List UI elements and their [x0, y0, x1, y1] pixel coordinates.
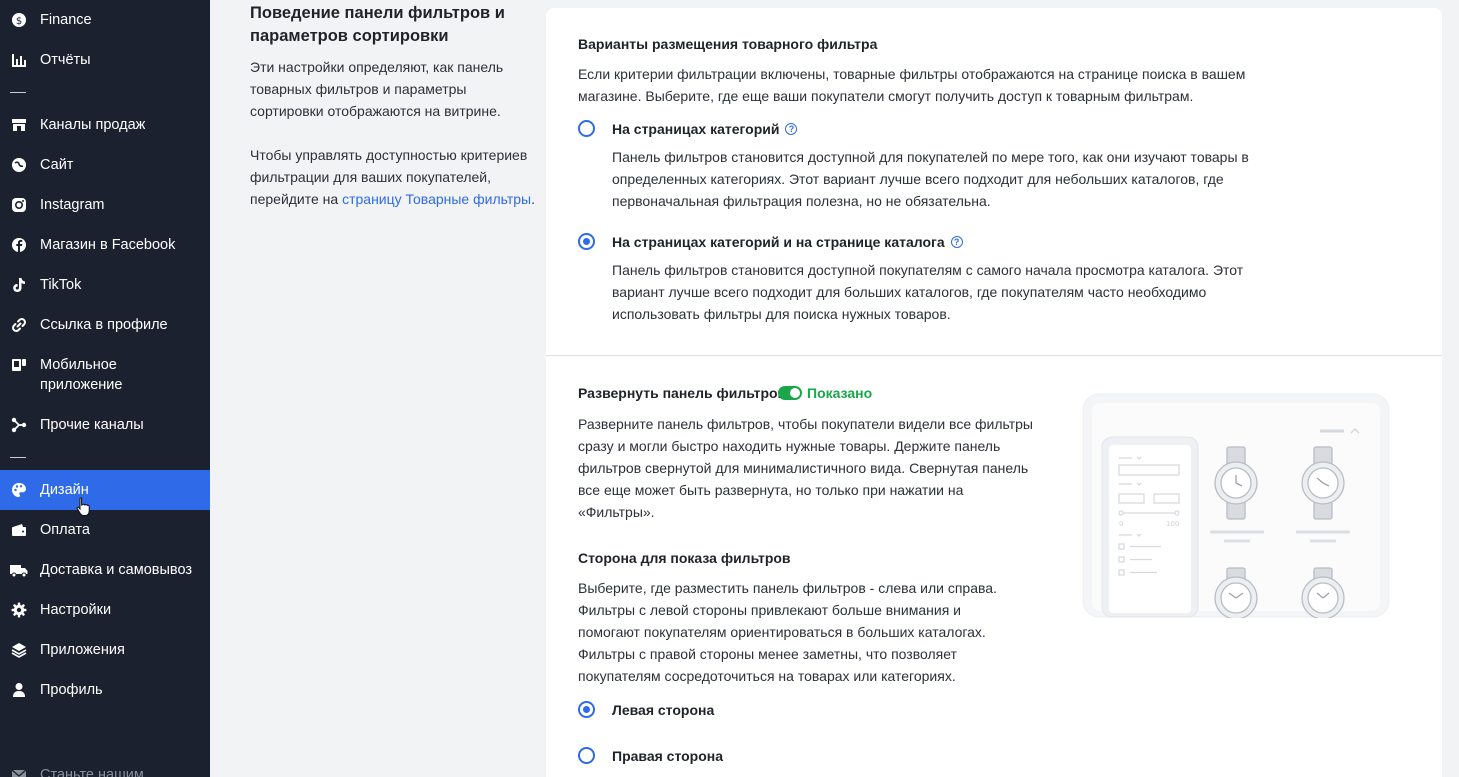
section-title: Поведение панели фильтров и параметров с… [250, 4, 505, 45]
sales-channels-icon [10, 115, 28, 135]
expand-toggle[interactable] [778, 386, 802, 400]
layers-icon [10, 640, 28, 660]
person-icon [10, 680, 28, 700]
sidebar-item-label: Отчёты [40, 52, 91, 68]
sidebar-item-label: Мобильное приложение [40, 357, 123, 393]
sidebar-item-label: Ссылка в профиле [40, 317, 168, 333]
truck-icon [10, 560, 28, 580]
sidebar-item-label: Прочие каналы [40, 417, 144, 433]
other-channels-icon [10, 415, 28, 435]
option-label: Левая сторона [612, 702, 715, 718]
option-label: На страницах категорий [612, 121, 780, 137]
placement-text: Если критерии фильтрации включены, товар… [578, 66, 1246, 104]
option-left-side[interactable]: Левая сторона [612, 700, 714, 720]
option-label: Правая сторона [612, 748, 724, 764]
sidebar-separator [10, 92, 26, 93]
wallet-icon [10, 520, 28, 540]
sidebar-item-site[interactable]: Сайт [0, 155, 210, 175]
finance-icon: $ [10, 10, 28, 30]
product-filters-link[interactable]: страницу Товарные фильтры [342, 191, 531, 207]
mouse-cursor-icon [76, 497, 90, 522]
placement-title: Варианты размещения товарного фильтра [578, 36, 878, 52]
range-min-label: 0 [1119, 520, 1123, 528]
palette-icon [10, 480, 28, 500]
sidebar-item-label: Сайт [40, 157, 74, 173]
gear-icon [10, 600, 28, 620]
mobile-app-icon [10, 355, 28, 375]
mail-icon [10, 765, 28, 777]
sidebar-item-other-channels[interactable]: Прочие каналы [0, 415, 210, 435]
sidebar-item-label: Приложения [40, 642, 125, 658]
sidebar-item-apps[interactable]: Приложения [0, 640, 210, 660]
sidebar: $ Finance Отчёты Каналы продаж Сайт Inst… [0, 0, 210, 777]
filter-panel-illustration: 0 100 [1082, 393, 1390, 620]
sidebar-item-label: Оплата [40, 522, 90, 538]
side-title: Сторона для показа фильтров [578, 550, 791, 566]
sidebar-item-partner[interactable]: Станьте нашим... [0, 765, 210, 777]
help-icon[interactable]: ? [785, 123, 798, 135]
description-text: Эти настройки определяют, как панель тов… [250, 59, 504, 119]
help-icon[interactable]: ? [950, 236, 963, 248]
svg-text:$: $ [16, 16, 22, 27]
instagram-icon [10, 195, 28, 215]
toggle-status: Показано [807, 385, 873, 401]
option-category-and-catalog-pages[interactable]: На страницах категорий и на странице кат… [612, 232, 963, 252]
radio-right-side[interactable] [578, 747, 595, 764]
tiktok-icon [10, 275, 28, 295]
sidebar-item-mobile-app[interactable]: Мобильное приложение [0, 355, 210, 395]
sidebar-item-instagram[interactable]: Instagram [0, 195, 210, 215]
sidebar-item-shipping[interactable]: Доставка и самовывоз [0, 560, 210, 580]
sidebar-item-profile[interactable]: Профиль [0, 680, 210, 700]
sidebar-item-label: Finance [40, 12, 92, 28]
option-category-pages[interactable]: На страницах категорий ? [612, 119, 798, 139]
sidebar-item-label: Магазин в Facebook [40, 237, 176, 253]
sidebar-item-label: Instagram [40, 197, 105, 213]
sidebar-item-payment[interactable]: Оплата [0, 520, 210, 540]
sidebar-item-reports[interactable]: Отчёты [0, 50, 210, 70]
sidebar-item-design[interactable]: Дизайн [0, 470, 210, 510]
option-right-side[interactable]: Правая сторона [612, 746, 723, 766]
link-icon [10, 315, 28, 335]
sidebar-item-label: Доставка и самовывоз [40, 562, 192, 578]
sidebar-item-label: Станьте нашим... [40, 767, 156, 777]
sidebar-item-finance[interactable]: $ Finance [0, 10, 210, 30]
expand-text: Разверните панель фильтров, чтобы покупа… [578, 416, 1033, 520]
sidebar-item-label: Каналы продаж [40, 117, 146, 133]
section-description: Поведение панели фильтров и параметров с… [250, 2, 535, 210]
option-description: Панель фильтров становится доступной для… [612, 149, 1249, 209]
site-icon [10, 155, 28, 175]
option-description: Панель фильтров становится доступной пок… [612, 262, 1244, 322]
sidebar-item-label: TikTok [40, 277, 82, 293]
sidebar-separator [10, 457, 26, 458]
radio-category-and-catalog-pages[interactable] [578, 233, 595, 250]
range-max-label: 100 [1166, 520, 1179, 528]
radio-category-pages[interactable] [578, 120, 595, 137]
sidebar-item-label: Настройки [40, 602, 112, 618]
sidebar-item-settings[interactable]: Настройки [0, 600, 210, 620]
description-text-suffix: . [531, 191, 535, 207]
sidebar-item-facebook[interactable]: Магазин в Facebook [0, 235, 210, 255]
sidebar-item-sales-channels[interactable]: Каналы продаж [0, 115, 210, 135]
option-label: На страницах категорий и на странице кат… [612, 234, 945, 250]
card-divider [546, 355, 1442, 356]
expand-title: Развернуть панель фильтров [578, 385, 787, 401]
radio-left-side[interactable] [578, 701, 595, 718]
facebook-icon [10, 235, 28, 255]
description-link-text: Чтобы управлять доступностью критериев ф… [250, 144, 535, 210]
reports-icon [10, 50, 28, 70]
side-text: Выберите, где разместить панель фильтров… [578, 580, 997, 684]
sidebar-item-label: Профиль [40, 682, 103, 698]
sidebar-item-tiktok[interactable]: TikTok [0, 275, 210, 295]
sidebar-item-profile-link[interactable]: Ссылка в профиле [0, 315, 210, 335]
